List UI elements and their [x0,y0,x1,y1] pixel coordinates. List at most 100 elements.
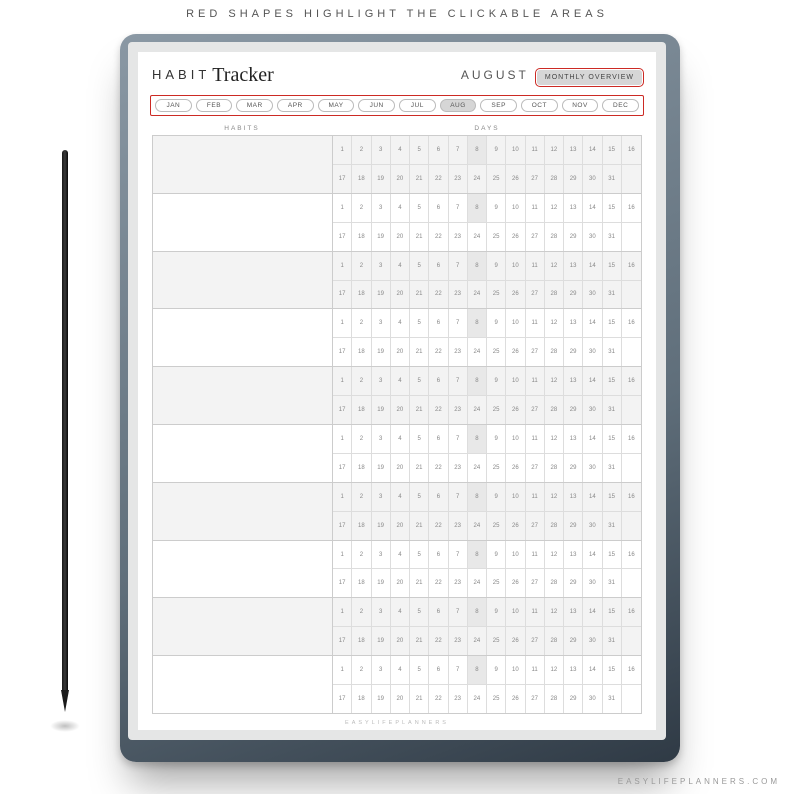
day-cell[interactable]: 8 [468,136,487,164]
day-cell[interactable]: 21 [410,223,429,251]
day-cell[interactable]: 24 [468,685,487,713]
day-cell[interactable]: 31 [603,569,622,597]
day-cell[interactable]: 5 [410,194,429,222]
day-cell[interactable]: 5 [410,656,429,684]
day-cell[interactable]: 11 [526,136,545,164]
day-cell[interactable]: 5 [410,309,429,337]
day-cell[interactable]: 22 [429,223,448,251]
day-cell[interactable]: 2 [352,309,371,337]
day-cell[interactable]: 3 [372,367,391,395]
day-cell[interactable]: 2 [352,483,371,511]
day-cell[interactable]: 3 [372,425,391,453]
day-cell[interactable]: 28 [545,165,564,193]
day-cell[interactable]: 22 [429,396,448,424]
day-cell[interactable]: 27 [526,569,545,597]
day-cell[interactable]: 8 [468,367,487,395]
habit-name-cell[interactable] [153,598,333,655]
day-cell[interactable]: 24 [468,454,487,482]
day-cell[interactable]: 4 [391,425,410,453]
day-cell[interactable]: 4 [391,656,410,684]
day-cell[interactable]: 31 [603,165,622,193]
day-cell[interactable]: 4 [391,598,410,626]
day-cell[interactable]: 31 [603,685,622,713]
day-cell[interactable]: 16 [622,541,641,569]
day-cell[interactable]: 26 [506,338,525,366]
day-cell[interactable]: 30 [583,223,602,251]
day-cell[interactable]: 5 [410,483,429,511]
day-cell[interactable]: 20 [391,165,410,193]
day-cell[interactable]: 27 [526,454,545,482]
day-cell[interactable]: 25 [487,627,506,655]
day-cell[interactable]: 24 [468,165,487,193]
day-cell[interactable]: 3 [372,483,391,511]
day-cell[interactable]: 11 [526,252,545,280]
day-cell[interactable]: 20 [391,396,410,424]
day-cell[interactable]: 25 [487,569,506,597]
day-cell[interactable]: 14 [583,425,602,453]
day-cell[interactable]: 25 [487,281,506,309]
day-cell[interactable]: 12 [545,598,564,626]
habit-name-cell[interactable] [153,656,333,713]
day-cell[interactable]: 1 [333,656,352,684]
day-cell[interactable]: 18 [352,569,371,597]
day-cell[interactable]: 8 [468,252,487,280]
day-cell[interactable]: 9 [487,367,506,395]
day-cell[interactable]: 10 [506,541,525,569]
day-cell[interactable]: 11 [526,194,545,222]
day-cell[interactable]: 29 [564,165,583,193]
habit-name-cell[interactable] [153,309,333,366]
day-cell[interactable]: 17 [333,685,352,713]
day-cell[interactable]: 25 [487,223,506,251]
day-cell[interactable]: 30 [583,165,602,193]
day-cell[interactable]: 16 [622,425,641,453]
day-cell[interactable]: 6 [429,194,448,222]
day-cell[interactable]: 20 [391,454,410,482]
day-cell[interactable]: 18 [352,396,371,424]
day-cell[interactable]: 11 [526,598,545,626]
month-tab-jun[interactable]: JUN [358,99,395,112]
day-cell[interactable]: 7 [449,367,468,395]
month-tab-dec[interactable]: DEC [602,99,639,112]
day-cell[interactable]: 22 [429,281,448,309]
day-cell[interactable]: 10 [506,483,525,511]
day-cell[interactable]: 19 [372,512,391,540]
day-cell[interactable]: 17 [333,165,352,193]
day-cell[interactable]: 27 [526,223,545,251]
day-cell[interactable]: 27 [526,281,545,309]
day-cell[interactable]: 3 [372,309,391,337]
day-cell[interactable]: 2 [352,252,371,280]
day-cell[interactable]: 14 [583,598,602,626]
day-cell[interactable]: 22 [429,338,448,366]
day-cell[interactable]: 13 [564,483,583,511]
day-cell[interactable]: 20 [391,223,410,251]
day-cell[interactable]: 15 [603,194,622,222]
day-cell[interactable]: 6 [429,252,448,280]
day-cell[interactable]: 6 [429,425,448,453]
day-cell[interactable]: 16 [622,598,641,626]
day-cell[interactable]: 28 [545,454,564,482]
day-cell[interactable]: 1 [333,425,352,453]
day-cell[interactable]: 21 [410,396,429,424]
day-cell[interactable]: 7 [449,483,468,511]
day-cell[interactable]: 30 [583,338,602,366]
day-cell[interactable]: 18 [352,685,371,713]
day-cell[interactable]: 17 [333,396,352,424]
day-cell[interactable]: 1 [333,598,352,626]
day-cell[interactable]: 23 [449,338,468,366]
day-cell[interactable]: 25 [487,685,506,713]
day-cell[interactable]: 12 [545,541,564,569]
day-cell[interactable]: 7 [449,309,468,337]
day-cell[interactable]: 1 [333,541,352,569]
day-cell[interactable]: 6 [429,309,448,337]
day-cell[interactable]: 19 [372,338,391,366]
day-cell[interactable]: 20 [391,512,410,540]
day-cell[interactable]: 23 [449,569,468,597]
day-cell[interactable]: 30 [583,685,602,713]
day-cell[interactable]: 17 [333,627,352,655]
day-cell[interactable]: 29 [564,512,583,540]
day-cell[interactable]: 2 [352,541,371,569]
day-cell[interactable]: 29 [564,685,583,713]
day-cell[interactable]: 6 [429,541,448,569]
day-cell[interactable]: 24 [468,281,487,309]
day-cell[interactable]: 15 [603,367,622,395]
